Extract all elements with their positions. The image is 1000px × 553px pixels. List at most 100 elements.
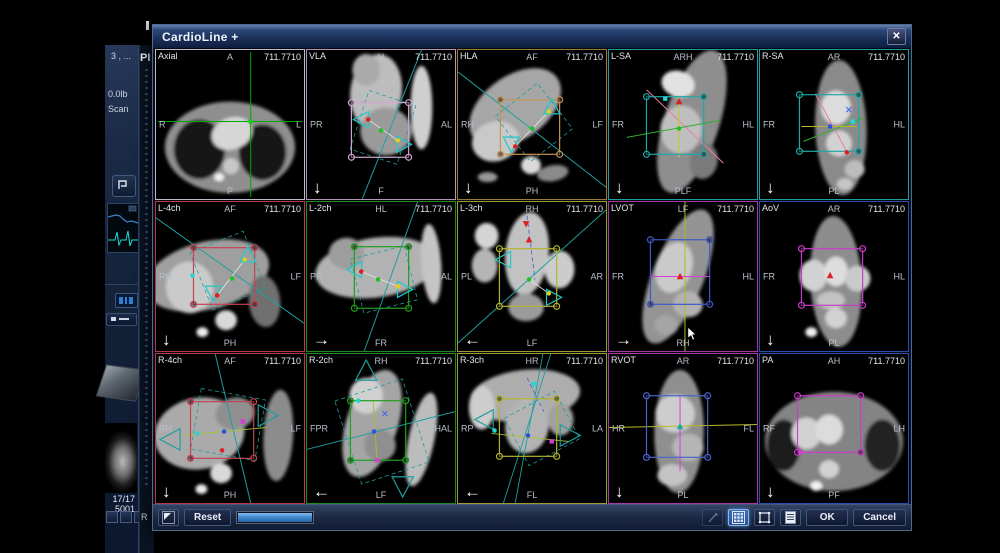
mri-image-axial <box>156 50 304 199</box>
viewport-l-2ch[interactable]: L-2chHL711.7710PRALFR→ <box>306 201 456 352</box>
viewport-axial[interactable]: AxialA711.7710RLP <box>155 49 305 200</box>
orientation-bottom: PF <box>760 491 908 500</box>
mri-image-r-4ch <box>156 354 304 503</box>
orientation-left: R <box>159 120 166 129</box>
viewport-pa[interactable]: PAAH711.7710RFLHPF↓ <box>759 353 909 504</box>
mri-image-l-sa <box>609 50 757 199</box>
viewport-rvot[interactable]: RVOTAR711.7710HRFLPL↓ <box>608 353 758 504</box>
mri-image-r-sa <box>760 50 908 199</box>
bottom-toolbar: Reset <box>153 504 911 530</box>
orientation-left: PL <box>461 272 472 281</box>
window-title-bar[interactable]: CardioLine + ✕ <box>153 25 911 49</box>
progress-bar[interactable] <box>236 511 314 524</box>
scroll-arrow-icon[interactable]: ↓ <box>162 331 171 348</box>
slice-value: 711.7710 <box>264 53 301 62</box>
frame-tool-button[interactable] <box>754 509 775 526</box>
scroll-arrow-icon[interactable]: ↓ <box>615 483 624 500</box>
scroll-arrow-icon[interactable]: → <box>615 331 632 348</box>
scroll-arrow-icon[interactable]: ↓ <box>464 179 473 196</box>
scroll-arrow-icon[interactable]: ↓ <box>766 179 775 196</box>
grid-layout-button[interactable] <box>728 509 749 526</box>
pointer-tool-button[interactable] <box>702 509 723 526</box>
viewport-hla[interactable]: HLAAF711.7710RHLFPH↓ <box>457 49 607 200</box>
reset-label: Reset <box>194 512 221 523</box>
viewport-vla[interactable]: VLAH711.7710PRALF↓ <box>306 49 456 200</box>
orientation-right: HAL <box>434 424 452 433</box>
waveform-panel <box>107 203 139 253</box>
orientation-bottom: PLF <box>609 187 757 196</box>
slice-value: 711.7710 <box>415 357 452 366</box>
thumb-icon-1[interactable] <box>106 511 118 523</box>
scroll-arrow-icon[interactable]: ↓ <box>615 179 624 196</box>
list-icon <box>785 511 796 524</box>
orientation-bottom: PL <box>609 491 757 500</box>
sidebar-divider <box>105 284 138 285</box>
viewport-l-4ch[interactable]: L-4chAF711.7710RHLFPH↓ <box>155 201 305 352</box>
mri-image-lvot <box>609 202 757 351</box>
sidebar-tool-button[interactable] <box>112 175 136 197</box>
cancel-button[interactable]: Cancel <box>853 509 906 526</box>
reset-button[interactable]: Reset <box>184 509 231 526</box>
viewport-l-3ch[interactable]: L-3chRH711.7710PLARLF← <box>457 201 607 352</box>
scrollbar-dots-icon <box>145 69 148 489</box>
cancel-label: Cancel <box>863 512 896 523</box>
viewport-r-sa[interactable]: R-SAAR711.7710FRHLPL↓ <box>759 49 909 200</box>
viewport-l-sa[interactable]: L-SAARH711.7710FRHLPLF↓ <box>608 49 758 200</box>
slice-value: 711.7710 <box>566 53 603 62</box>
close-button[interactable]: ✕ <box>887 28 906 45</box>
orientation-bottom: PL <box>760 187 908 196</box>
scroll-arrow-icon[interactable]: ← <box>464 331 481 348</box>
orientation-left: FR <box>612 120 624 129</box>
orientation-left: FPR <box>310 424 328 433</box>
orientation-right: LF <box>290 272 301 281</box>
frame-icon <box>758 511 771 524</box>
orientation-right: HL <box>742 120 754 129</box>
respiration-trace <box>108 215 138 223</box>
mri-image-r-2ch <box>307 354 455 503</box>
scroll-arrow-icon[interactable]: ↓ <box>313 179 322 196</box>
slice-value: 711.7710 <box>868 357 905 366</box>
slice-value: 711.7710 <box>868 53 905 62</box>
flag-icon <box>113 176 133 194</box>
scroll-arrow-icon[interactable]: ↓ <box>766 331 775 348</box>
orientation-left: PR <box>310 120 323 129</box>
pointer-icon <box>707 512 719 524</box>
scroll-arrow-icon[interactable]: ← <box>313 483 330 500</box>
series-thumbnail[interactable] <box>105 423 137 493</box>
sidebar-weight-label: 0.0lb <box>108 89 128 99</box>
mri-image-l-4ch <box>156 202 304 351</box>
orientation-left: RH <box>159 272 172 281</box>
scroll-arrow-icon[interactable]: ↓ <box>766 483 775 500</box>
window-title: CardioLine + <box>162 30 239 44</box>
scroll-arrow-icon[interactable]: ↓ <box>162 483 171 500</box>
orientation-bottom: F <box>307 187 455 196</box>
mri-image-aov <box>760 202 908 351</box>
scroll-arrow-icon[interactable]: → <box>313 331 330 348</box>
viewport-lvot[interactable]: LVOTLF711.7710FRHLRH→ <box>608 201 758 352</box>
background-window-fragment <box>146 21 149 30</box>
mri-image-r-3ch <box>458 354 606 503</box>
orientation-left: RH <box>461 120 474 129</box>
viewport-aov[interactable]: AoVAR711.7710FRHLPL↓ <box>759 201 909 352</box>
orientation-left: RH <box>159 424 172 433</box>
corner-triangle-icon <box>162 511 175 524</box>
corner-tool-button[interactable] <box>158 509 179 526</box>
waveform-icon[interactable] <box>129 206 136 211</box>
progress-fill <box>238 513 312 522</box>
pi-label: PI <box>140 52 150 64</box>
orientation-left: HR <box>612 424 625 433</box>
mri-image-hla <box>458 50 606 199</box>
orientation-right: LA <box>592 424 603 433</box>
scroll-arrow-icon[interactable]: ← <box>464 483 481 500</box>
orientation-right: L <box>296 120 301 129</box>
list-tool-button[interactable] <box>780 509 801 526</box>
viewport-r-3ch[interactable]: R-3chHR711.7710RPLAFL← <box>457 353 607 504</box>
orientation-bottom: PL <box>760 339 908 348</box>
viewport-r-4ch[interactable]: R-4chAF711.7710RHLFPH↓ <box>155 353 305 504</box>
launch-button[interactable] <box>106 313 137 326</box>
ok-button[interactable]: OK <box>806 509 848 526</box>
lcd-display <box>115 293 138 308</box>
thumb-icon-2[interactable] <box>120 511 132 523</box>
viewport-r-2ch[interactable]: R-2chRH711.7710FPRHALLF← <box>306 353 456 504</box>
slice-value: 711.7710 <box>868 205 905 214</box>
